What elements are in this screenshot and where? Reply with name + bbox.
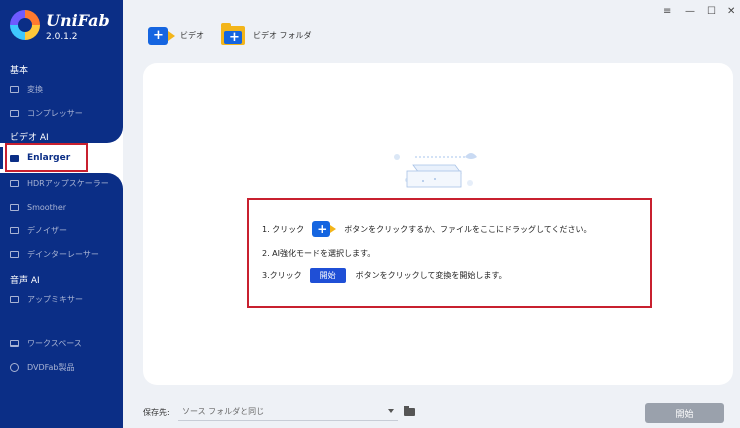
sidebar-item-compressor[interactable]: コンプレッサー (0, 103, 123, 123)
close-icon[interactable]: ✕ (727, 6, 735, 17)
sidebar-item-workspace[interactable]: ワークスペース (0, 333, 123, 353)
add-video-folder-label: ビデオ フォルダ (253, 30, 312, 40)
unifab-logo (10, 10, 40, 40)
sidebar-item-label: Smoother (27, 202, 67, 212)
hdr-icon (10, 179, 19, 187)
save-location-select[interactable]: ソース フォルダと同じ (178, 403, 398, 421)
empty-box-illustration-icon (394, 153, 477, 188)
app-name: UniFab (46, 11, 110, 30)
instruction-step-2: 2. AI強化モードを選択します。 (262, 249, 376, 258)
sidebar-item-label: デノイザー (27, 225, 67, 235)
compress-icon (10, 109, 19, 117)
sidebar-item-deinterlacer[interactable]: デインターレーサー (0, 244, 123, 264)
deinterlacer-icon (10, 250, 19, 258)
start-inline-button: 開始 (309, 268, 346, 283)
highlight-box-enlarger (5, 143, 88, 172)
save-to-label: 保存先: (143, 408, 170, 417)
save-location-value: ソース フォルダと同じ (182, 407, 265, 416)
maximize-icon[interactable]: ☐ (707, 6, 716, 17)
add-video-button[interactable]: + ビデオ (148, 22, 204, 48)
denoiser-icon (10, 226, 19, 234)
menu-icon[interactable]: ≡ (663, 6, 671, 17)
video-folder-icon: + (221, 23, 247, 46)
section-audio-ai: 音声 AI (10, 276, 40, 286)
sidebar-item-label: デインターレーサー (27, 249, 99, 259)
minimize-icon[interactable]: — (685, 6, 695, 17)
video-camera-icon: + (148, 24, 175, 46)
start-button[interactable]: 開始 (645, 403, 724, 423)
sidebar-item-convert[interactable]: 変換 (0, 79, 123, 99)
section-basic: 基本 (10, 66, 29, 76)
sidebar-item-denoiser[interactable]: デノイザー (0, 220, 123, 240)
app-version: 2.0.1.2 (46, 32, 78, 42)
sidebar-item-label: DVDFab製品 (27, 362, 75, 372)
sidebar-item-hdr-upscaler[interactable]: HDRアップスケーラー (0, 173, 123, 193)
sidebar-item-label: HDRアップスケーラー (27, 178, 109, 188)
upmixer-icon (10, 295, 19, 303)
instruction-step-3: 3.クリック 開始 ボタンをクリックして変換を開始します。 (262, 268, 507, 283)
smoother-icon (10, 203, 19, 211)
sidebar-item-smoother[interactable]: Smoother (0, 197, 123, 217)
add-video-label: ビデオ (180, 30, 204, 40)
chevron-down-icon (388, 409, 394, 413)
sidebar: UniFab 2.0.1.2 基本 変換 コンプレッサー ビデオ AI Enla… (0, 0, 123, 428)
section-video-ai: ビデオ AI (10, 133, 49, 143)
sidebar-item-label: ワークスペース (27, 338, 82, 348)
dvdfab-icon (10, 362, 19, 372)
add-video-inline-icon: + (312, 220, 337, 238)
monitor-icon (10, 339, 19, 347)
sidebar-item-upmixer[interactable]: アップミキサー (0, 289, 123, 309)
sidebar-item-dvdfab-products[interactable]: DVDFab製品 (0, 357, 123, 377)
instruction-step-1: 1. クリック + ボタンをクリックするか、ファイルをここにドラッグしてください… (262, 220, 592, 238)
sidebar-item-label: コンプレッサー (27, 108, 83, 118)
sidebar-item-label: 変換 (27, 84, 43, 94)
sidebar-item-label: アップミキサー (27, 294, 83, 304)
folder-icon[interactable] (404, 406, 415, 416)
add-video-folder-button[interactable]: + ビデオ フォルダ (221, 22, 312, 48)
play-icon (10, 85, 19, 93)
